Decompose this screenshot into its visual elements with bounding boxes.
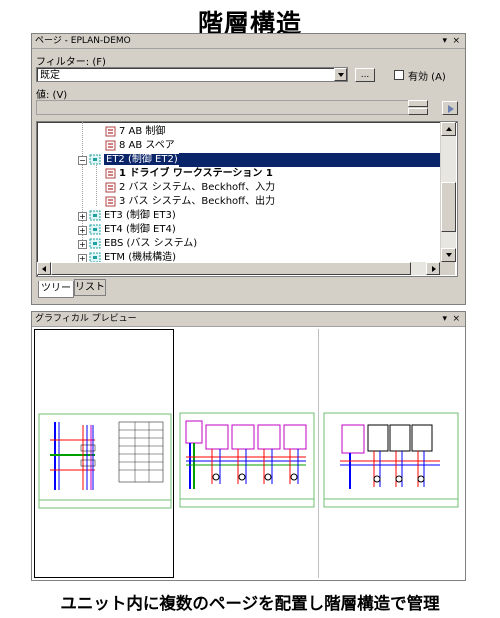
tree-node[interactable]: ET3 (制御 ET3) [89,209,176,223]
filter-label: フィルター: (F) [36,57,106,68]
filter-select[interactable]: 既定 [36,67,348,82]
tree-node-label: ET2 (制御 ET2) [104,154,180,165]
apply-filter-button[interactable] [442,101,458,115]
expand-toggle[interactable]: + [78,240,87,249]
schematic-preview-1 [38,413,172,509]
filter-dropdown-button[interactable] [334,68,347,81]
tree-node-label: 1 ドライブ ワークステーション 1 [119,168,273,179]
arrow-down-icon [445,253,452,257]
filter-more-button[interactable]: ... [355,68,375,82]
tree-node[interactable]: 2 バス システム、Beckhoff、入力 [105,181,275,195]
panel-menu-icon[interactable]: ▾ [442,34,447,48]
scroll-corner [440,262,455,275]
scroll-left-button[interactable] [37,262,51,275]
tree-node[interactable]: 7 AB 制御 [105,125,165,139]
preview-thumbnail[interactable] [320,329,462,578]
active-label: 有効 (A) [408,72,446,83]
tree-node-label: 7 AB 制御 [119,126,166,137]
chevron-down-icon [337,73,344,77]
scroll-down-button[interactable] [441,248,456,262]
tree-node[interactable]: 8 AB スペア [105,139,175,153]
tree-node-label: 3 バス システム、Beckhoff、出力 [119,196,276,207]
unit-icon [89,154,101,165]
panel-menu-icon[interactable]: ▾ [442,312,447,326]
h-scroll-thumb[interactable] [51,262,411,275]
schematic-preview-3 [323,412,459,508]
preview-panel-title: グラフィカル プレビュー [35,314,137,324]
collapse-toggle[interactable]: − [78,156,87,165]
tab-tree[interactable]: ツリー [38,281,74,298]
tree-node[interactable]: ET4 (制御 ET4) [89,223,176,237]
value-label: 値: (V) [36,90,68,101]
spin-up-button[interactable] [408,100,428,107]
scroll-thumb[interactable] [441,182,456,232]
pages-panel: ページ - EPLAN-DEMO ▾ × フィルター: (F) 既定 ... 有… [31,33,466,305]
play-icon [448,105,454,113]
pages-panel-title: ページ - EPLAN-DEMO [35,36,131,46]
preview-thumbnail[interactable] [34,329,174,578]
scroll-up-button[interactable] [441,122,456,136]
tree-node-label: 8 AB スペア [119,140,175,151]
tab-list[interactable]: リスト [74,279,106,296]
expand-toggle[interactable]: + [78,226,87,235]
filter-select-value: 既定 [40,70,60,81]
arrow-left-icon [42,266,46,272]
tree-node-label: EBS (バス システム) [104,238,198,249]
unit-icon [89,210,101,221]
tree-node-label: ET4 (制御 ET4) [104,224,176,235]
preview-area [32,327,465,580]
unit-icon [89,252,101,263]
unit-icon [89,238,101,249]
tree-node-label: ET3 (制御 ET3) [104,210,176,221]
page-icon [105,140,116,151]
expand-toggle[interactable]: + [78,212,87,221]
caption: ユニット内に複数のページを配置し階層構造で管理 [60,594,440,613]
preview-thumbnail[interactable] [176,329,319,578]
spin-down-button[interactable] [408,108,428,115]
tree-node-selected[interactable]: ET2 (制御 ET2) [89,153,180,167]
active-checkbox[interactable] [394,70,404,80]
page-icon [105,126,116,137]
value-field [36,100,428,115]
value-spinner[interactable] [408,100,428,115]
tree-node[interactable]: 1 ドライブ ワークステーション 1 [105,167,273,181]
page-icon [105,168,116,179]
tree-node-label: 2 バス システム、Beckhoff、入力 [119,182,276,193]
tree-node[interactable]: 3 バス システム、Beckhoff、出力 [105,195,275,209]
schematic-preview-2 [179,412,315,508]
page-icon [105,196,116,207]
preview-panel-titlebar: グラフィカル プレビュー ▾ × [32,312,465,327]
pages-panel-titlebar: ページ - EPLAN-DEMO ▾ × [32,34,465,49]
close-icon[interactable]: × [452,312,460,326]
close-icon[interactable]: × [452,34,460,48]
tree-vertical-scrollbar[interactable] [440,122,456,262]
arrow-up-icon [445,127,452,131]
tree-selection-bar [179,153,451,167]
tree-line [82,122,83,156]
preview-panel: グラフィカル プレビュー ▾ × [31,311,466,581]
arrow-right-icon [432,266,436,272]
tree-node[interactable]: EBS (バス システム) [89,237,197,251]
page-tree[interactable]: 7 AB 制御 8 AB スペア − ET2 (制御 ET2) 1 ドライブ ワ… [36,121,458,277]
unit-icon [89,224,101,235]
page-icon [105,182,116,193]
tree-horizontal-scrollbar[interactable] [37,262,440,275]
scroll-right-button[interactable] [426,262,440,275]
